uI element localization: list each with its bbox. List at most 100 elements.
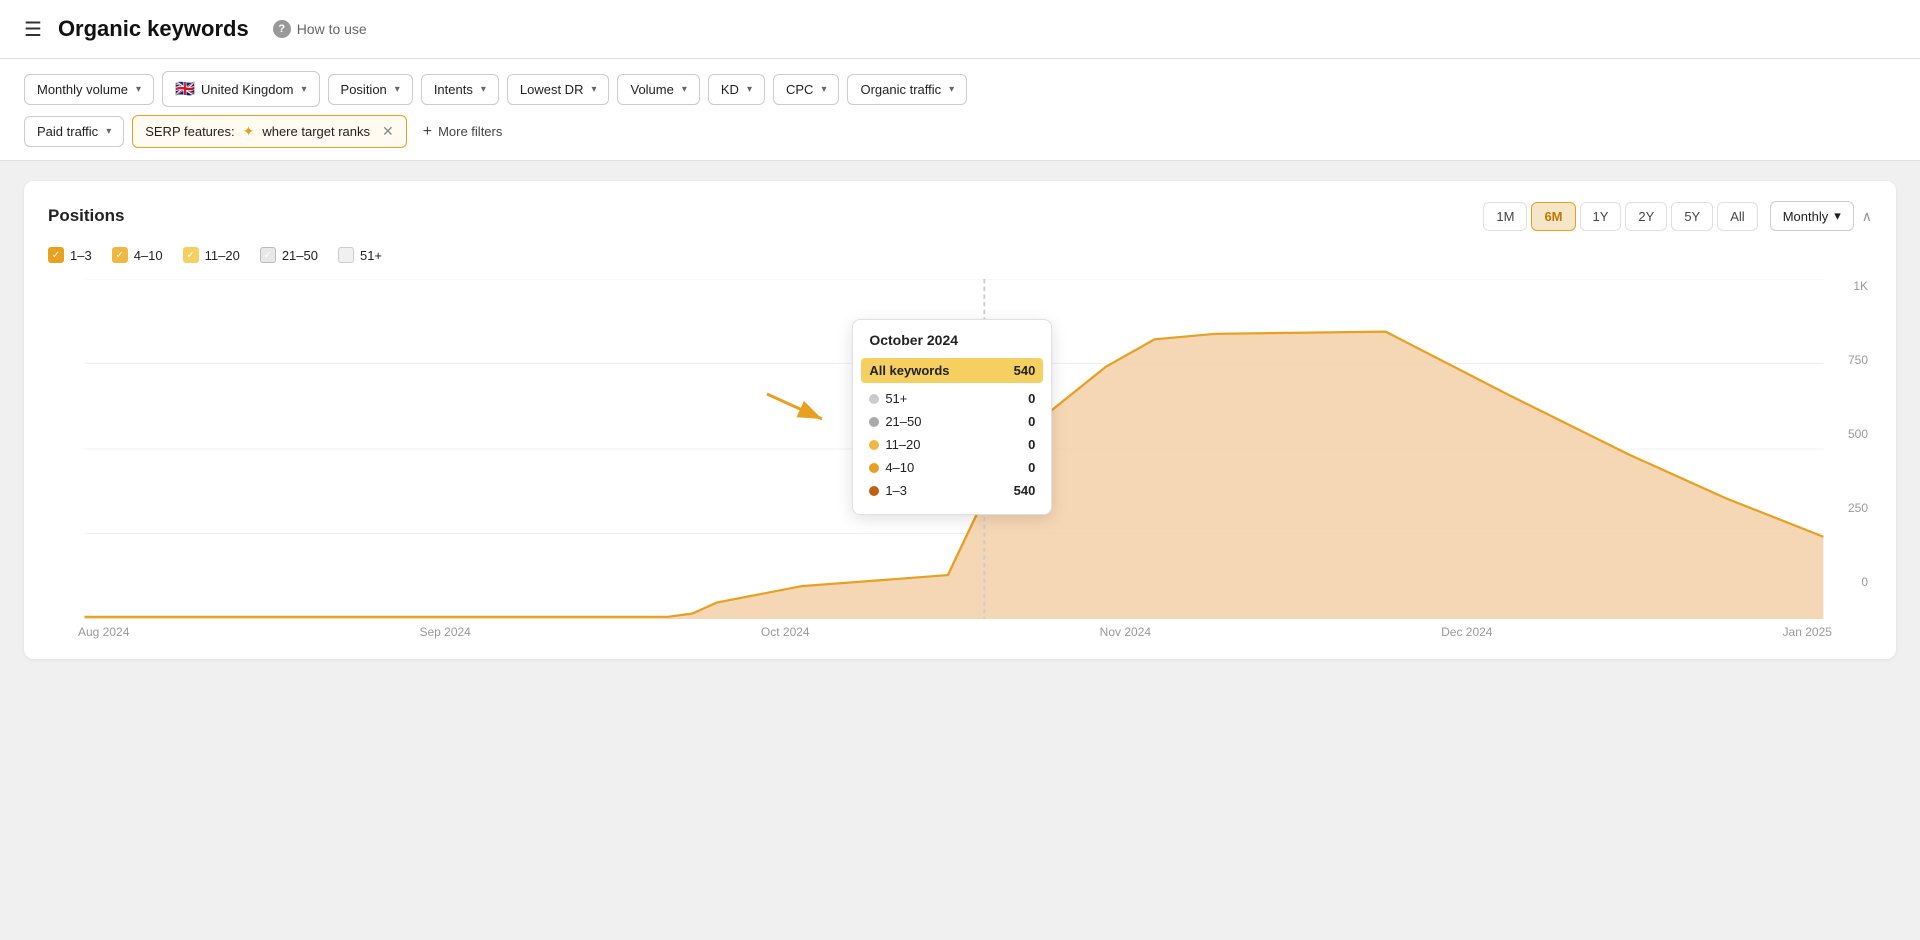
- tooltip-dot-21-50: [869, 417, 879, 427]
- tooltip-all-value: 540: [1014, 363, 1036, 378]
- tooltip-11-20-value: 0: [1028, 437, 1035, 452]
- tooltip-51-plus-value: 0: [1028, 391, 1035, 406]
- x-label-jan: Jan 2025: [1783, 625, 1832, 639]
- spark-icon: ✦: [243, 123, 255, 140]
- collapse-button[interactable]: ∧: [1862, 208, 1872, 225]
- more-filters-label: More filters: [438, 124, 502, 139]
- positions-chart-section: Positions 1M 6M 1Y 2Y 5Y All Monthly ▾ ∧…: [24, 181, 1896, 659]
- chevron-down-icon: ▾: [106, 126, 111, 137]
- volume-filter[interactable]: Volume ▾: [617, 74, 699, 105]
- chevron-down-icon: ▾: [591, 84, 596, 95]
- tooltip-21-50-label: 21–50: [885, 414, 921, 429]
- lowest-dr-label: Lowest DR: [520, 82, 584, 97]
- tooltip-dot-1-3: [869, 486, 879, 496]
- tooltip-title: October 2024: [869, 332, 1035, 348]
- plus-icon: +: [423, 123, 432, 141]
- position-label: Position: [341, 82, 387, 97]
- chevron-down-icon: ▾: [821, 84, 826, 95]
- checkbox-51-plus[interactable]: [338, 247, 354, 263]
- chart-header: Positions 1M 6M 1Y 2Y 5Y All Monthly ▾ ∧: [48, 201, 1872, 231]
- chevron-down-icon: ▾: [136, 84, 141, 95]
- chart-controls: 1M 6M 1Y 2Y 5Y All Monthly ▾ ∧: [1483, 201, 1872, 231]
- chevron-down-icon: ▾: [302, 84, 307, 95]
- tooltip-11-20-label: 11–20: [885, 437, 920, 452]
- period-dropdown[interactable]: Monthly ▾: [1770, 201, 1854, 231]
- x-label-aug: Aug 2024: [78, 625, 129, 639]
- y-label-0: 0: [1861, 575, 1868, 589]
- help-icon: ?: [273, 20, 291, 38]
- legend-label-51-plus: 51+: [360, 248, 382, 263]
- tooltip-row-21-50: 21–50 0: [869, 410, 1035, 433]
- cpc-filter[interactable]: CPC ▾: [773, 74, 839, 105]
- legend-item-51-plus[interactable]: 51+: [338, 247, 382, 263]
- legend-item-21-50[interactable]: ✓ 21–50: [260, 247, 318, 263]
- tooltip-51-plus-label: 51+: [885, 391, 907, 406]
- paid-traffic-filter[interactable]: Paid traffic ▾: [24, 116, 124, 147]
- legend-label-21-50: 21–50: [282, 248, 318, 263]
- how-to-use-label: How to use: [297, 21, 367, 37]
- tooltip-21-50-value: 0: [1028, 414, 1035, 429]
- main-content: Positions 1M 6M 1Y 2Y 5Y All Monthly ▾ ∧…: [0, 161, 1920, 679]
- more-filters-button[interactable]: + More filters: [415, 116, 511, 148]
- tooltip-4-10-value: 0: [1028, 460, 1035, 475]
- country-filter[interactable]: 🇬🇧 United Kingdom ▾: [162, 71, 319, 107]
- checkbox-1-3[interactable]: ✓: [48, 247, 64, 263]
- how-to-use-button[interactable]: ? How to use: [265, 16, 375, 42]
- intents-label: Intents: [434, 82, 473, 97]
- intents-filter[interactable]: Intents ▾: [421, 74, 499, 105]
- chevron-down-icon: ▾: [1834, 208, 1841, 224]
- period-label: Monthly: [1783, 209, 1829, 224]
- time-2y-button[interactable]: 2Y: [1625, 202, 1667, 231]
- legend-label-4-10: 4–10: [134, 248, 163, 263]
- volume-label: Volume: [630, 82, 673, 97]
- time-6m-button[interactable]: 6M: [1531, 202, 1575, 231]
- checkbox-21-50[interactable]: ✓: [260, 247, 276, 263]
- x-label-sep: Sep 2024: [419, 625, 470, 639]
- time-1m-button[interactable]: 1M: [1483, 202, 1527, 231]
- chevron-down-icon: ▾: [395, 84, 400, 95]
- serp-value: where target ranks: [262, 124, 370, 139]
- app-header: ☰ Organic keywords ? How to use: [0, 0, 1920, 59]
- hamburger-icon[interactable]: ☰: [24, 17, 42, 42]
- tooltip-dot-51-plus: [869, 394, 879, 404]
- monthly-volume-filter[interactable]: Monthly volume ▾: [24, 74, 154, 105]
- cpc-label: CPC: [786, 82, 813, 97]
- kd-filter[interactable]: KD ▾: [708, 74, 765, 105]
- organic-traffic-filter[interactable]: Organic traffic ▾: [847, 74, 967, 105]
- tooltip-arrow-icon: [757, 374, 837, 434]
- x-label-dec: Dec 2024: [1441, 625, 1492, 639]
- serp-features-filter[interactable]: SERP features: ✦ where target ranks ✕: [132, 115, 407, 148]
- lowest-dr-filter[interactable]: Lowest DR ▾: [507, 74, 610, 105]
- time-5y-button[interactable]: 5Y: [1671, 202, 1713, 231]
- tooltip-dot-4-10: [869, 463, 879, 473]
- y-label-1k: 1K: [1853, 279, 1868, 293]
- checkbox-11-20[interactable]: ✓: [183, 247, 199, 263]
- legend-item-1-3[interactable]: ✓ 1–3: [48, 247, 92, 263]
- checkbox-4-10[interactable]: ✓: [112, 247, 128, 263]
- close-icon[interactable]: ✕: [382, 123, 394, 140]
- legend-item-4-10[interactable]: ✓ 4–10: [112, 247, 163, 263]
- tooltip-container: October 2024 All keywords 540 51+ 0: [832, 319, 1052, 515]
- y-label-500: 500: [1848, 427, 1868, 441]
- chart-title: Positions: [48, 206, 125, 226]
- legend-item-11-20[interactable]: ✓ 11–20: [183, 247, 240, 263]
- time-1y-button[interactable]: 1Y: [1580, 202, 1622, 231]
- position-filter[interactable]: Position ▾: [328, 74, 413, 105]
- serp-label: SERP features:: [145, 124, 234, 139]
- uk-flag-icon: 🇬🇧: [175, 79, 195, 99]
- filters-bar: Monthly volume ▾ 🇬🇧 United Kingdom ▾ Pos…: [0, 59, 1920, 161]
- organic-traffic-label: Organic traffic: [860, 82, 941, 97]
- y-label-250: 250: [1848, 501, 1868, 515]
- chevron-down-icon: ▾: [481, 84, 486, 95]
- tooltip-row-4-10: 4–10 0: [869, 456, 1035, 479]
- tooltip-row-1-3: 1–3 540: [869, 479, 1035, 502]
- y-label-750: 750: [1848, 353, 1868, 367]
- chart-area: October 2024 All keywords 540 51+ 0: [48, 279, 1872, 619]
- monthly-volume-label: Monthly volume: [37, 82, 128, 97]
- paid-traffic-label: Paid traffic: [37, 124, 98, 139]
- legend-label-11-20: 11–20: [205, 248, 240, 263]
- kd-label: KD: [721, 82, 739, 97]
- tooltip-all-label: All keywords: [869, 363, 949, 378]
- time-all-button[interactable]: All: [1717, 202, 1757, 231]
- tooltip-row-all: All keywords 540: [861, 358, 1043, 383]
